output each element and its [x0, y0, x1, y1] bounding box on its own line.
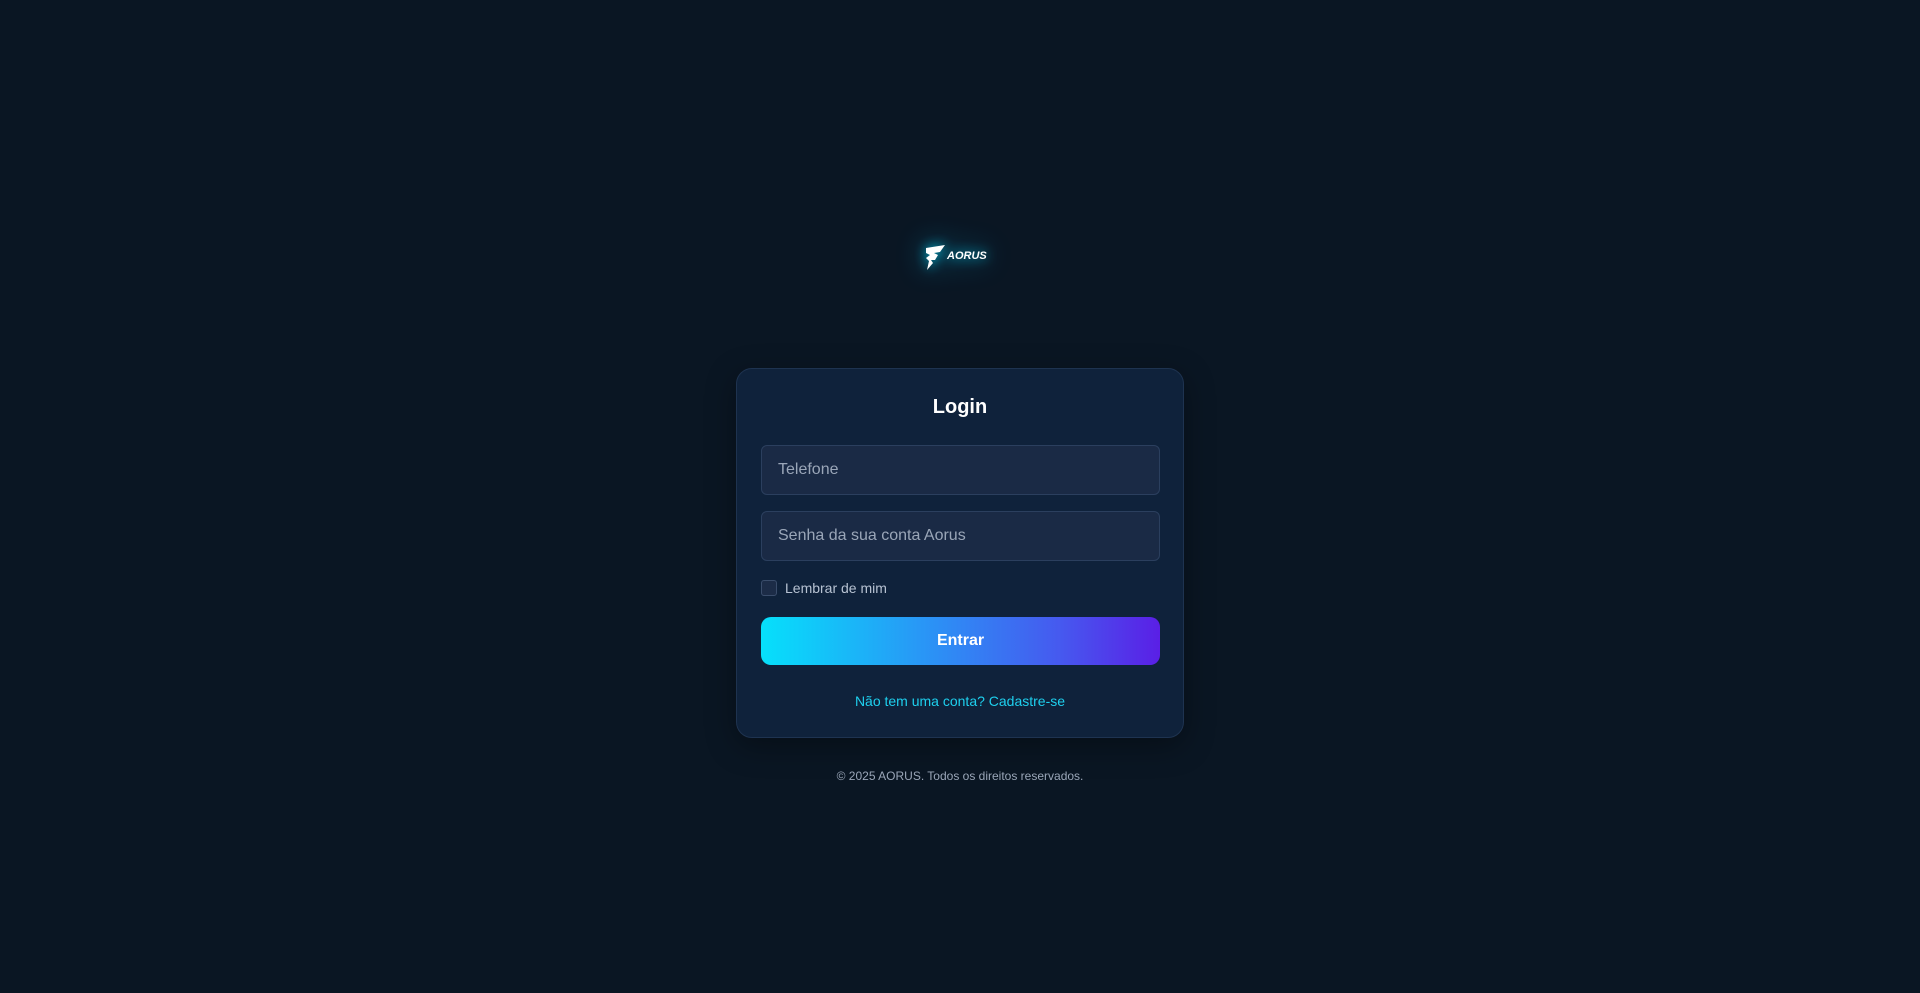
- logo-wordmark: AORUS: [946, 250, 987, 262]
- remember-me-row[interactable]: Lembrar de mim: [761, 579, 887, 597]
- remember-me-label: Lembrar de mim: [785, 580, 887, 596]
- aorus-logo: AORUS: [920, 240, 1000, 276]
- aorus-eagle-icon: AORUS: [926, 245, 987, 270]
- login-button[interactable]: Entrar: [761, 617, 1160, 665]
- remember-me-checkbox[interactable]: [761, 580, 777, 596]
- phone-input[interactable]: [761, 445, 1160, 495]
- login-card: Login Lembrar de mim Entrar Não tem uma …: [736, 368, 1184, 738]
- password-input[interactable]: [761, 511, 1160, 561]
- signup-link[interactable]: Não tem uma conta? Cadastre-se: [737, 693, 1183, 709]
- login-title: Login: [932, 396, 988, 418]
- login-page: AORUS Login Lembrar de mim Entrar Não te…: [0, 0, 1920, 993]
- footer-copyright: © 2025 AORUS. Todos os direitos reservad…: [836, 769, 1084, 783]
